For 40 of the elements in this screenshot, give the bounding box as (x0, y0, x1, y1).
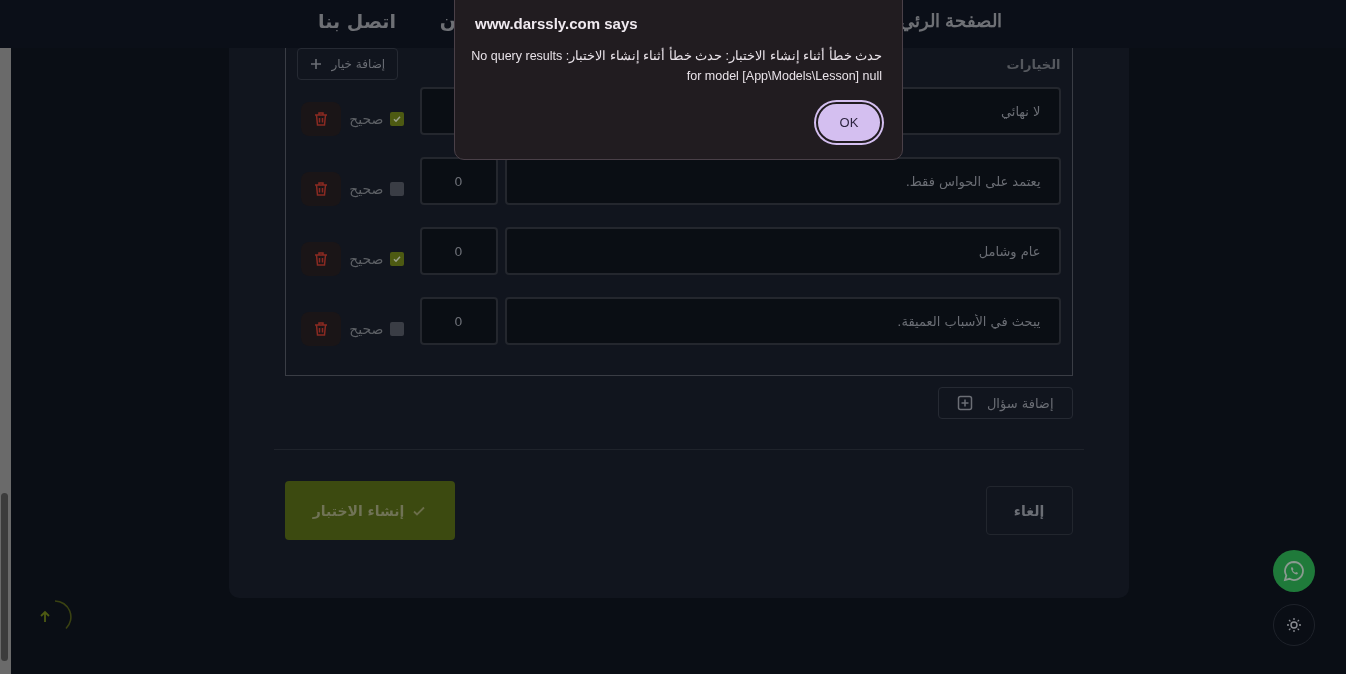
correct-label: صحيح (349, 180, 384, 197)
trash-icon (313, 180, 330, 197)
check-icon (391, 253, 402, 264)
delete-button[interactable] (301, 311, 342, 346)
section-title: الخيارات (1006, 56, 1061, 72)
correct-label: صحيح (349, 110, 384, 127)
correct-checkbox[interactable] (389, 111, 404, 126)
sun-icon (1286, 617, 1302, 633)
delete-button[interactable] (301, 101, 342, 136)
option-text-field[interactable]: يعتمد على الحواس فقط. (504, 157, 1061, 205)
dialog-message: حدث خطأ أثناء إنشاء الاختبار: حدث خطأ أثناء إنشاء الاختبار: No query results for model [App\Models\Lesson] null (470, 46, 882, 85)
phone-bubble-icon (1282, 559, 1306, 583)
option-text-field[interactable]: يبحث في الأسباب العميقة. (504, 297, 1061, 345)
trash-icon (313, 320, 330, 337)
trash-icon (313, 110, 330, 127)
option-text-field[interactable]: عام وشامل (504, 227, 1061, 275)
nav-link[interactable]: اتصل بنا (318, 10, 396, 32)
delete-button[interactable] (301, 171, 342, 206)
add-question-button[interactable]: إضافة سؤال (937, 387, 1073, 419)
ok-button[interactable]: OK (816, 102, 882, 143)
trash-icon (313, 250, 330, 267)
chat-button[interactable] (1273, 550, 1315, 592)
add-option-button[interactable]: إضافة خيار (296, 48, 399, 80)
dialog-title: www.darssly.com says (475, 15, 639, 32)
scrollbar[interactable] (0, 48, 11, 674)
cancel-button[interactable]: إلغاء (985, 486, 1073, 535)
correct-label: صحيح (349, 250, 384, 267)
correct-checkbox[interactable] (389, 181, 404, 196)
score-field[interactable]: 0 (419, 157, 498, 205)
correct-label: صحيح (349, 320, 384, 337)
score-field[interactable]: 0 (419, 227, 498, 275)
correct-checkbox[interactable] (389, 321, 404, 336)
plus-icon (309, 58, 322, 70)
correct-checkbox[interactable] (389, 251, 404, 266)
score-field[interactable]: 0 (419, 297, 498, 345)
delete-button[interactable] (301, 241, 342, 276)
nav-link[interactable]: ن (439, 10, 456, 32)
check-icon (391, 113, 402, 124)
create-button[interactable]: إنشاء الاختبار (284, 481, 455, 540)
plus-square-icon (956, 395, 973, 411)
